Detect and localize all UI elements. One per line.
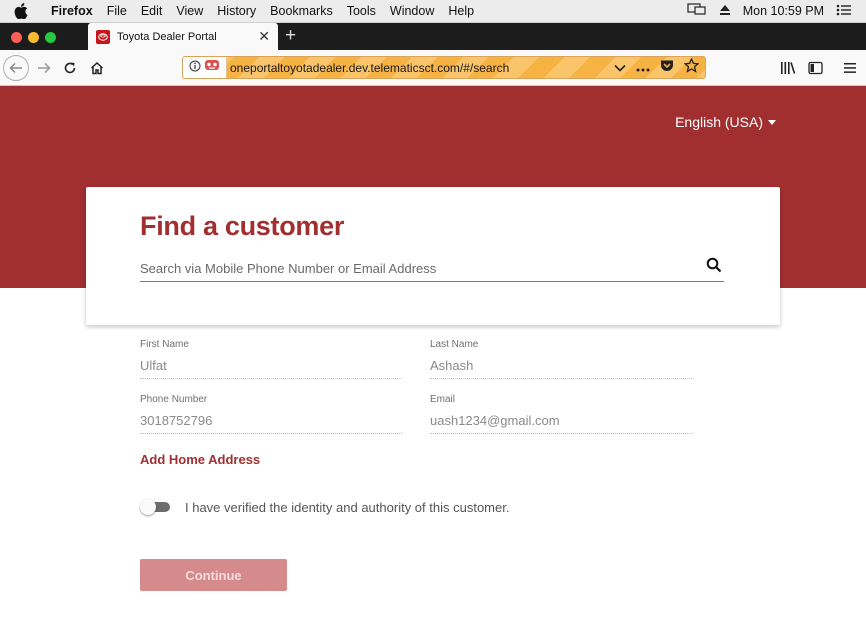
search-card: Find a customer	[86, 187, 780, 325]
phone-number-value[interactable]: 3018752796	[140, 413, 402, 434]
email-field[interactable]: Email uash1234@gmail.com	[430, 394, 692, 434]
page-content: English (USA) Find a customer First Name…	[0, 86, 866, 642]
menu-help[interactable]: Help	[441, 4, 481, 18]
reload-icon[interactable]	[60, 57, 80, 79]
library-icon[interactable]	[780, 57, 796, 79]
browser-tab-strip: Toyota Dealer Portal ✕ +	[0, 23, 866, 50]
last-name-value[interactable]: Ashash	[430, 358, 692, 379]
window-close-button[interactable]	[11, 32, 22, 43]
first-name-field[interactable]: First Name Ulfat	[140, 339, 402, 379]
toggle-knob	[140, 499, 156, 515]
close-icon[interactable]: ✕	[258, 28, 270, 45]
email-value[interactable]: uash1234@gmail.com	[430, 413, 692, 434]
menu-tools[interactable]: Tools	[340, 4, 383, 18]
menubar-status-area: Mon 10:59 PM	[687, 3, 866, 19]
site-identity[interactable]	[183, 57, 227, 78]
language-selector[interactable]: English (USA)	[675, 114, 776, 130]
first-name-value[interactable]: Ulfat	[140, 358, 402, 379]
phone-number-field[interactable]: Phone Number 3018752796	[140, 394, 402, 434]
search-input[interactable]	[140, 255, 685, 281]
browser-toolbar: oneportaltoyotadealer.dev.telematicsct.c…	[0, 50, 866, 86]
search-icon[interactable]	[706, 257, 722, 278]
more-dots-icon[interactable]	[636, 59, 650, 77]
robot-mask-icon[interactable]	[204, 58, 220, 77]
pocket-icon[interactable]	[660, 59, 674, 77]
menu-file[interactable]: File	[100, 4, 134, 18]
add-home-address-link[interactable]: Add Home Address	[140, 452, 260, 467]
menu-app-firefox[interactable]: Firefox	[44, 4, 100, 18]
first-name-label: First Name	[140, 339, 189, 350]
last-name-field[interactable]: Last Name Ashash	[430, 339, 692, 379]
back-arrow-icon[interactable]	[3, 55, 29, 81]
menu-window[interactable]: Window	[383, 4, 441, 18]
verify-identity-text: I have verified the identity and authori…	[185, 499, 510, 515]
home-icon[interactable]	[87, 57, 107, 79]
screen-mirror-icon[interactable]	[687, 3, 707, 19]
verify-identity-row: I have verified the identity and authori…	[140, 499, 509, 515]
menubar-clock[interactable]: Mon 10:59 PM	[743, 4, 824, 18]
search-field	[140, 255, 724, 282]
menu-bookmarks[interactable]: Bookmarks	[263, 4, 340, 18]
apple-icon[interactable]	[14, 3, 32, 19]
page-title: Find a customer	[140, 211, 345, 241]
browser-tab[interactable]: Toyota Dealer Portal ✕	[88, 23, 278, 50]
caret-down-icon	[768, 119, 776, 125]
email-label: Email	[430, 394, 456, 405]
toyota-favicon	[96, 29, 110, 44]
tab-title: Toyota Dealer Portal	[117, 30, 217, 43]
verify-identity-toggle[interactable]	[140, 499, 170, 515]
window-minimize-button[interactable]	[28, 32, 39, 43]
info-icon[interactable]	[189, 59, 201, 77]
phone-number-label: Phone Number	[140, 394, 208, 405]
last-name-label: Last Name	[430, 339, 479, 350]
url-actions	[614, 57, 705, 78]
url-text[interactable]: oneportaltoyotadealer.dev.telematicsct.c…	[227, 61, 614, 75]
star-icon[interactable]	[683, 57, 700, 78]
sidebar-icon[interactable]	[808, 57, 823, 79]
forward-arrow-icon[interactable]	[34, 57, 54, 79]
continue-button[interactable]: Continue	[140, 559, 287, 591]
chevron-down-icon[interactable]	[614, 59, 626, 77]
hamburger-menu-icon[interactable]	[843, 57, 857, 79]
eject-icon[interactable]	[719, 4, 731, 19]
window-zoom-button[interactable]	[45, 32, 56, 43]
plus-icon[interactable]: +	[285, 26, 296, 46]
notification-list-icon[interactable]	[836, 4, 852, 19]
macos-menubar: Firefox File Edit View History Bookmarks…	[0, 0, 866, 23]
menu-view[interactable]: View	[169, 4, 210, 18]
menu-edit[interactable]: Edit	[134, 4, 170, 18]
menu-history[interactable]: History	[210, 4, 263, 18]
url-bar[interactable]: oneportaltoyotadealer.dev.telematicsct.c…	[182, 56, 706, 79]
language-label: English (USA)	[675, 114, 763, 130]
